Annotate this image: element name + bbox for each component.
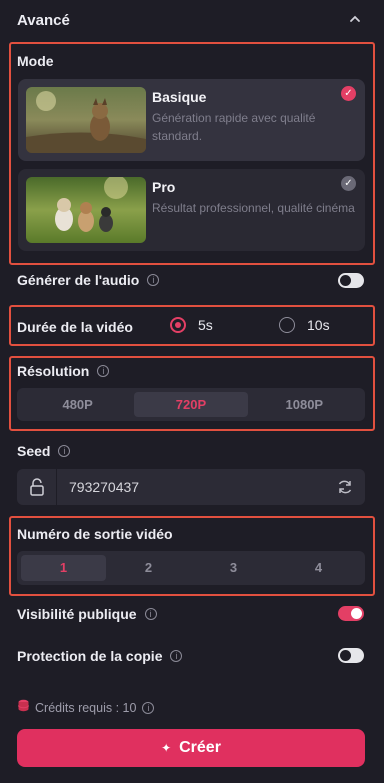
seed-header: Seed i	[17, 443, 71, 459]
duration-option-label: 10s	[307, 317, 330, 333]
refresh-icon[interactable]	[335, 477, 355, 497]
sparkle-icon: ✦	[161, 741, 172, 755]
duration-option-5s[interactable]: 5s	[170, 317, 213, 333]
info-icon[interactable]: i	[142, 702, 155, 714]
resolution-label: Résolution	[17, 363, 90, 379]
credits-label: Crédits requis : 10	[35, 701, 137, 715]
audio-label: Générer de l'audio	[17, 272, 140, 288]
copy-protection-row: Protection de la copie i	[17, 648, 183, 664]
audio-row: Générer de l'audio i	[17, 272, 160, 288]
visibility-label: Visibilité publique	[17, 606, 137, 622]
chevron-up-icon[interactable]	[346, 10, 364, 28]
output-selector: 1 2 3 4	[17, 551, 365, 585]
duration-option-label: 5s	[198, 317, 213, 333]
info-icon[interactable]: i	[170, 650, 183, 662]
mode-option-basique[interactable]: Basique Génération rapide avec qualité s…	[18, 79, 365, 161]
pro-thumbnail	[26, 177, 146, 243]
mode-label: Mode	[17, 53, 54, 69]
copy-protection-toggle[interactable]	[338, 648, 364, 663]
duration-option-10s[interactable]: 10s	[279, 317, 330, 333]
info-icon[interactable]: i	[147, 274, 160, 286]
output-option-2[interactable]: 2	[106, 555, 191, 581]
audio-toggle[interactable]	[338, 273, 364, 288]
coins-icon	[18, 699, 29, 717]
resolution-header: Résolution i	[17, 363, 110, 379]
create-button[interactable]: ✦ Créer	[17, 729, 365, 767]
resolution-selector: 480P 720P 1080P	[17, 388, 365, 421]
section-title: Avancé	[17, 12, 70, 29]
output-option-3[interactable]: 3	[191, 555, 276, 581]
toggle-knob	[340, 650, 351, 661]
duration-label: Durée de la vidéo	[17, 319, 133, 335]
seed-label: Seed	[17, 443, 51, 459]
check-icon: ✓	[341, 176, 356, 191]
output-label: Numéro de sortie vidéo	[17, 526, 173, 542]
resolution-option-1080p[interactable]: 1080P	[248, 392, 361, 417]
info-icon[interactable]: i	[97, 365, 110, 377]
resolution-option-480p[interactable]: 480P	[21, 392, 134, 417]
seed-input[interactable]: 793270437	[69, 479, 139, 495]
visibility-row: Visibilité publique i	[17, 606, 157, 622]
basique-thumbnail	[26, 87, 146, 153]
mode-option-description: Résultat professionnel, qualité cinéma	[152, 201, 355, 215]
visibility-toggle[interactable]	[338, 606, 364, 621]
mode-option-description: Génération rapide avec qualité standard.	[152, 111, 316, 143]
credits-row: Crédits requis : 10 i	[18, 699, 155, 717]
check-icon: ✓	[341, 86, 356, 101]
info-icon[interactable]: i	[144, 608, 157, 620]
radio-selected-icon	[170, 317, 186, 333]
mode-option-title: Basique	[152, 89, 207, 105]
toggle-knob	[340, 275, 351, 286]
radio-unselected-icon	[279, 317, 295, 333]
resolution-option-720p[interactable]: 720P	[134, 392, 248, 417]
copy-protection-label: Protection de la copie	[17, 648, 163, 664]
seed-field: 793270437	[17, 469, 365, 505]
info-icon[interactable]: i	[58, 445, 71, 457]
create-button-label: Créer	[179, 739, 221, 756]
output-option-4[interactable]: 4	[276, 555, 361, 581]
lock-icon[interactable]	[17, 469, 57, 505]
mode-option-title: Pro	[152, 179, 176, 195]
toggle-knob	[351, 608, 362, 619]
mode-option-pro[interactable]: Pro Résultat professionnel, qualité ciné…	[18, 169, 365, 251]
output-option-1[interactable]: 1	[21, 555, 106, 581]
